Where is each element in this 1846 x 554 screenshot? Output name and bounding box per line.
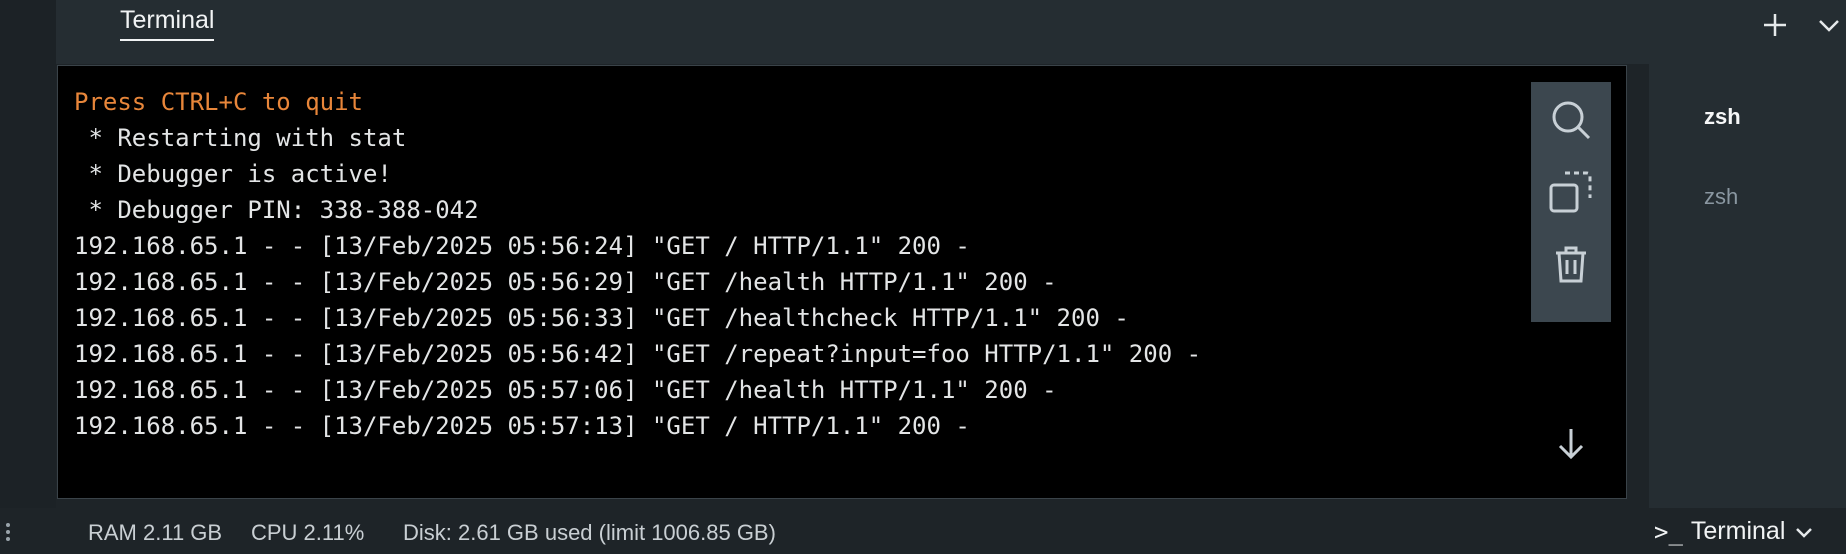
- trash-icon[interactable]: [1545, 238, 1597, 290]
- session-list: zsh zsh: [1649, 64, 1846, 508]
- status-bar: RAM 2.11 GB CPU 2.11% Disk: 2.61 GB used…: [0, 508, 1846, 554]
- search-icon[interactable]: [1545, 94, 1597, 146]
- terminal-line: 192.168.65.1 - - [13/Feb/2025 05:56:33] …: [74, 304, 1129, 332]
- more-options-icon[interactable]: [6, 520, 14, 544]
- terminal-toolbox: [1531, 82, 1611, 322]
- terminal-line: Press CTRL+C to quit: [74, 88, 363, 116]
- panel-divider[interactable]: [1627, 65, 1649, 508]
- chevron-down-icon: [1796, 527, 1813, 538]
- plus-icon[interactable]: [1758, 8, 1792, 42]
- ram-usage: RAM 2.11 GB: [88, 520, 223, 545]
- tab-actions: [1758, 8, 1846, 42]
- tab-terminal[interactable]: Terminal: [120, 6, 215, 41]
- copy-icon[interactable]: [1545, 166, 1597, 218]
- cpu-usage: CPU 2.11%: [251, 520, 365, 545]
- chevron-down-icon[interactable]: [1812, 8, 1846, 42]
- terminal-line: 192.168.65.1 - - [13/Feb/2025 05:56:29] …: [74, 268, 1057, 296]
- terminal-text: Press CTRL+C to quit * Restarting with s…: [74, 84, 1201, 444]
- terminal-line: 192.168.65.1 - - [13/Feb/2025 05:57:06] …: [74, 376, 1057, 404]
- arrow-down-icon[interactable]: [1544, 416, 1598, 470]
- terminal-line: * Debugger PIN: 338-388-042: [74, 196, 479, 224]
- terminal-line: 192.168.65.1 - - [13/Feb/2025 05:56:42] …: [74, 340, 1202, 368]
- panel-tabbar: Terminal: [56, 0, 1846, 64]
- terminal-line: 192.168.65.1 - - [13/Feb/2025 05:56:24] …: [74, 232, 970, 260]
- session-item[interactable]: zsh: [1704, 184, 1738, 210]
- disk-usage: Disk: 2.61 GB used (limit 1006.85 GB): [403, 520, 776, 545]
- left-gutter: [0, 0, 56, 554]
- terminal-toggle-button[interactable]: >_ Terminal: [1654, 517, 1815, 546]
- terminal-line: 192.168.65.1 - - [13/Feb/2025 05:57:13] …: [74, 412, 970, 440]
- terminal-line: * Debugger is active!: [74, 160, 392, 188]
- terminal-line: * Restarting with stat: [74, 124, 407, 152]
- terminal-prompt-icon: >_: [1654, 517, 1683, 546]
- terminal-output[interactable]: Press CTRL+C to quit * Restarting with s…: [57, 65, 1627, 499]
- session-item-active[interactable]: zsh: [1704, 104, 1741, 130]
- terminal-toggle-label: Terminal: [1690, 517, 1786, 545]
